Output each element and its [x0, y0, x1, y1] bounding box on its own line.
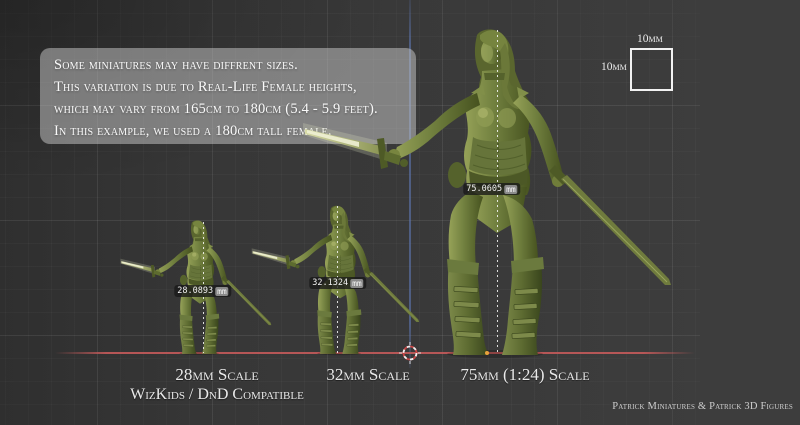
ruler-unit-32mm: mm — [350, 279, 364, 288]
viewport-3d[interactable]: Some miniatures may have diffrent sizes.… — [0, 0, 800, 425]
origin-point-dot — [485, 351, 489, 355]
scale-label-28mm: 28mm Scale WizKids / DnD Compatible — [130, 365, 304, 405]
reference-square-width-label: 10mm — [637, 33, 663, 45]
ruler-label-28mm[interactable]: 28.0893 mm — [174, 285, 231, 297]
scale-label-75mm: 75mm (1:24) Scale — [460, 365, 589, 385]
ruler-value-75mm: 75.0605 — [466, 184, 502, 194]
scale-label-32mm: 32mm Scale — [326, 365, 409, 385]
reference-square-10mm — [630, 48, 673, 91]
ruler-unit-75mm: mm — [504, 185, 518, 194]
credit-text: Patrick Miniatures & Patrick 3D Figures — [612, 401, 793, 412]
ruler-label-32mm[interactable]: 32.1324 mm — [309, 277, 366, 289]
scale-title-28mm: 28mm Scale — [130, 365, 304, 385]
cursor-3d-icon — [399, 342, 421, 364]
ruler-unit-28mm: mm — [215, 287, 229, 296]
ruler-value-32mm: 32.1324 — [312, 278, 348, 288]
scale-title-75mm: 75mm (1:24) Scale — [460, 365, 589, 385]
scale-title-32mm: 32mm Scale — [326, 365, 409, 385]
scale-subtitle-28mm: WizKids / DnD Compatible — [130, 385, 304, 405]
ruler-label-75mm[interactable]: 75.0605 mm — [463, 183, 520, 195]
ruler-value-28mm: 28.0893 — [177, 286, 213, 296]
reference-square-height-label: 10mm — [601, 61, 627, 73]
